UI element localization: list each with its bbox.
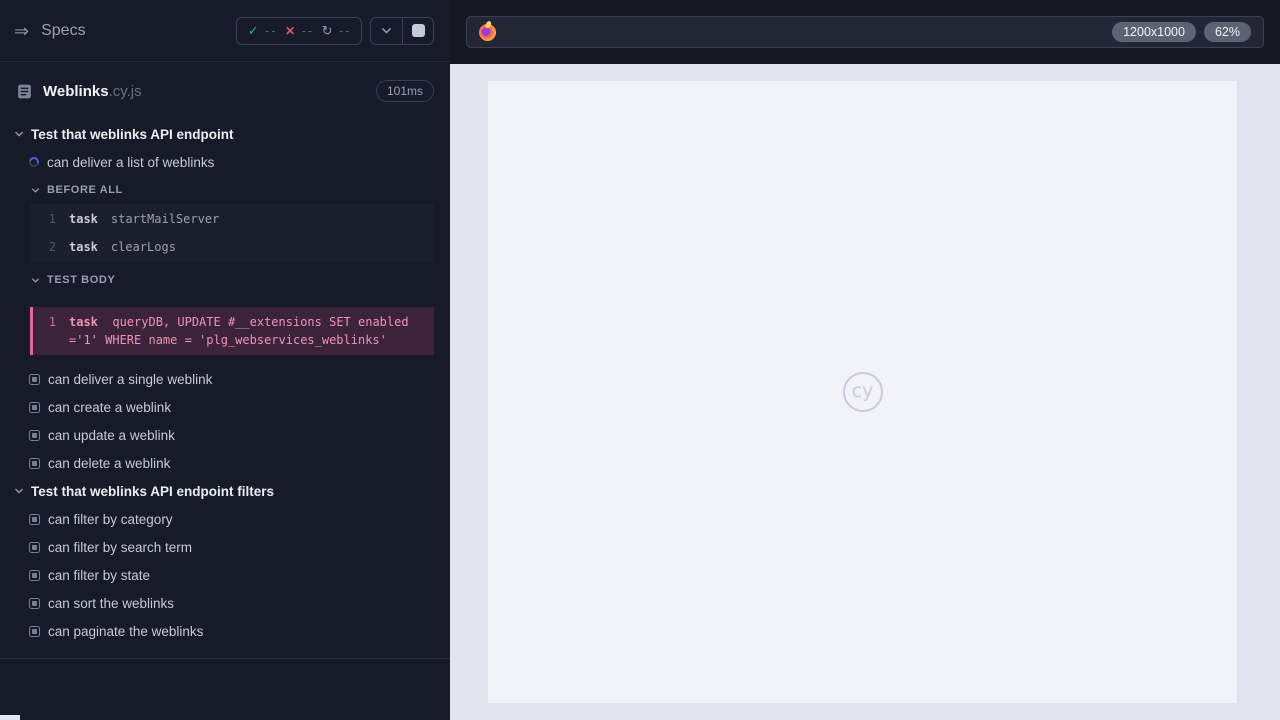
test-title: can deliver a single weblink — [48, 371, 213, 387]
test-body-header[interactable]: TEST BODY — [0, 266, 450, 294]
test-title: can create a weblink — [48, 399, 172, 415]
pending-count: -- — [337, 23, 351, 38]
aut-stage: cy — [450, 64, 1280, 720]
pending-box-icon — [29, 401, 40, 413]
stop-icon — [411, 24, 425, 37]
command-message: queryDB, UPDATE #__extensions SET enable… — [69, 315, 409, 347]
test-row[interactable]: can filter by state — [0, 561, 450, 589]
command-number: 1 — [48, 212, 56, 226]
chevron-down-icon — [14, 129, 24, 139]
test-body-command-highlighted[interactable]: 1 task queryDB, UPDATE #__extensions SET… — [30, 307, 434, 355]
before-all-commands: 1 task startMailServer 2 task clearLogs — [30, 204, 434, 262]
chevron-down-icon — [14, 486, 24, 496]
test-title: can deliver a list of weblinks — [47, 154, 215, 170]
suite-row-filters[interactable]: Test that weblinks API endpoint filters — [0, 477, 450, 505]
spec-file-icon — [16, 83, 33, 100]
section-label: TEST BODY — [47, 274, 116, 286]
pending-box-icon — [29, 429, 40, 441]
test-row[interactable]: can create a weblink — [0, 393, 450, 421]
pending-refresh-icon: ↻ — [321, 22, 333, 38]
failed-count: -- — [300, 23, 313, 38]
pending-box-icon — [29, 457, 40, 469]
pending-box-icon — [29, 625, 40, 637]
list-end-divider — [0, 658, 450, 659]
test-row-running[interactable]: can deliver a list of weblinks — [0, 148, 450, 176]
aut-viewport: cy — [488, 81, 1237, 703]
firefox-icon — [479, 23, 496, 41]
before-all-header[interactable]: BEFORE ALL — [0, 176, 450, 204]
test-title: can filter by state — [48, 567, 151, 583]
test-title: can update a weblink — [48, 427, 175, 443]
command-content: task queryDB, UPDATE #__extensions SET e… — [69, 313, 419, 349]
zoom-level-badge: 62% — [1203, 21, 1251, 43]
command-row[interactable]: 1 task startMailServer — [30, 205, 434, 233]
command-method: task — [69, 240, 98, 254]
test-tree: Test that weblinks API endpoint can deli… — [0, 120, 450, 659]
command-message: startMailServer — [110, 212, 220, 226]
chevron-down-icon — [31, 186, 41, 195]
stop-button[interactable] — [402, 17, 433, 44]
sidebar-resize-handle[interactable] — [0, 715, 20, 720]
chevron-down-icon — [382, 28, 391, 34]
running-spinner-icon — [27, 155, 41, 169]
test-title: can delete a weblink — [48, 455, 171, 471]
suite-row-endpoint[interactable]: Test that weblinks API endpoint — [0, 120, 450, 148]
stat-failed: ✕ -- — [285, 23, 314, 38]
pending-box-icon — [29, 513, 40, 525]
failed-x-icon: ✕ — [285, 23, 296, 38]
test-title: can sort the weblinks — [48, 595, 175, 611]
passed-count: -- — [263, 23, 277, 38]
test-row[interactable]: can sort the weblinks — [0, 589, 450, 617]
spec-extension: .cy.js — [108, 82, 142, 100]
test-title: can filter by search term — [48, 539, 193, 555]
suite-title: Test that weblinks API endpoint — [31, 126, 234, 142]
test-title: can paginate the weblinks — [48, 623, 204, 639]
test-row[interactable]: can delete a weblink — [0, 449, 450, 477]
specs-menu-button[interactable]: ⇒ Specs — [14, 22, 86, 40]
test-row[interactable]: can deliver a single weblink — [0, 365, 450, 393]
test-stats: ✓ -- ✕ -- ↻ -- — [235, 16, 362, 45]
reporter-header: ⇒ Specs ✓ -- ✕ -- ↻ -- — [0, 0, 450, 62]
viewport-size-badge: 1200x1000 — [1112, 21, 1196, 43]
test-row[interactable]: can update a weblink — [0, 421, 450, 449]
browser-pane: 1200x1000 62% cy — [450, 0, 1280, 720]
reporter-sidebar: ⇒ Specs ✓ -- ✕ -- ↻ -- Weblinks .cy.js 1… — [0, 0, 450, 720]
url-bar[interactable]: 1200x1000 62% — [466, 16, 1264, 48]
viewport-info: 1200x1000 62% — [1112, 21, 1257, 43]
pending-box-icon — [29, 569, 40, 581]
chevron-down-icon — [31, 276, 41, 285]
command-number: 1 — [48, 315, 56, 329]
command-number: 2 — [48, 240, 56, 254]
spec-name: Weblinks — [43, 82, 109, 100]
suite-title: Test that weblinks API endpoint filters — [31, 483, 275, 499]
section-label: BEFORE ALL — [47, 184, 123, 196]
command-row[interactable]: 2 task clearLogs — [30, 233, 434, 261]
pending-box-icon — [29, 541, 40, 553]
command-method: task — [69, 212, 98, 226]
pending-box-icon — [29, 597, 40, 609]
test-row[interactable]: can filter by search term — [0, 533, 450, 561]
cypress-logo: cy — [842, 372, 883, 412]
specs-menu-icon: ⇒ — [14, 20, 30, 41]
spec-file-row[interactable]: Weblinks .cy.js 101ms — [0, 62, 450, 120]
stat-pending: ↻ -- — [321, 22, 351, 39]
stat-passed: ✓ -- — [247, 22, 277, 39]
pending-box-icon — [29, 373, 40, 385]
test-row[interactable]: can paginate the weblinks — [0, 617, 450, 645]
runner-controls — [370, 16, 434, 45]
cypress-logo-text: cy — [851, 380, 874, 402]
command-method: task — [69, 315, 98, 329]
passed-check-icon: ✓ — [247, 22, 259, 38]
test-title: can filter by category — [48, 511, 173, 527]
specs-label: Specs — [41, 21, 86, 39]
spec-duration-badge: 101ms — [375, 80, 434, 102]
collapse-dropdown-button[interactable] — [371, 18, 402, 44]
test-row[interactable]: can filter by category — [0, 505, 450, 533]
browser-header: 1200x1000 62% — [450, 0, 1280, 64]
command-message: clearLogs — [110, 240, 176, 254]
